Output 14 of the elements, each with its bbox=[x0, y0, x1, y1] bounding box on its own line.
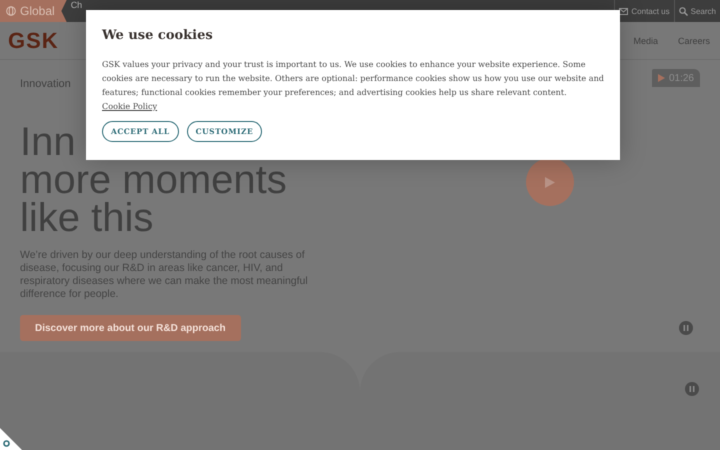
region-selector[interactable]: Global bbox=[0, 0, 67, 22]
cta-button[interactable]: Discover more about our R&D approach bbox=[20, 315, 241, 341]
search-button[interactable]: Search bbox=[674, 0, 720, 22]
logo[interactable]: GSK bbox=[8, 28, 59, 54]
hero-heading-line: Inn bbox=[20, 123, 76, 161]
nav-link[interactable]: Media bbox=[633, 36, 658, 46]
top-link[interactable]: Ch bbox=[70, 1, 82, 10]
cookie-policy-link[interactable]: Cookie Policy bbox=[102, 101, 158, 111]
hero-heading-line: more moments bbox=[20, 161, 287, 199]
dialog-title: We use cookies bbox=[102, 28, 214, 43]
hero-heading-line: like this bbox=[20, 199, 154, 237]
dialog-text: GSK values your privacy and your trust is important to us. We use cookies to enhance your website experience. Some cookies are necessary to run the website. Others are optional: performance cookies show us how you use our website and features; functional cookies remember your preferences; and advertising cookies help us share relevant content. Cookie Policy bbox=[102, 58, 604, 113]
section-label: Innovation bbox=[20, 78, 71, 90]
nav-link[interactable]: Careers bbox=[678, 36, 710, 46]
